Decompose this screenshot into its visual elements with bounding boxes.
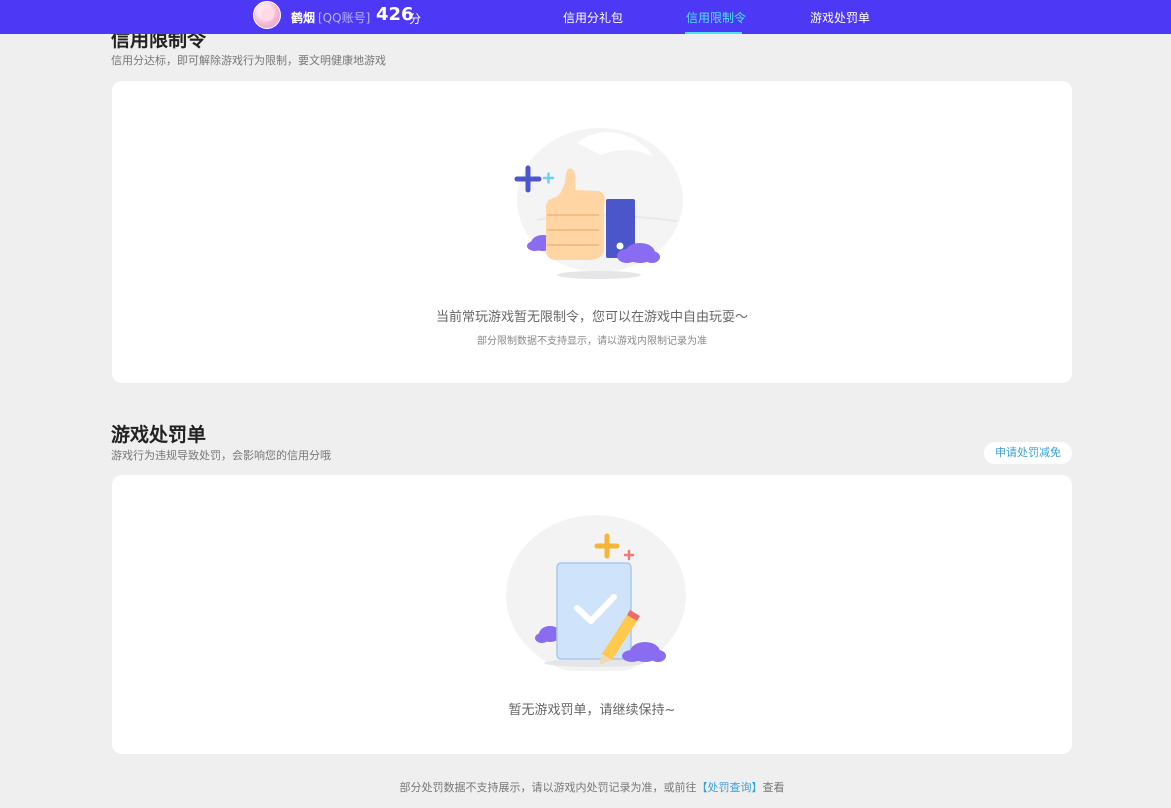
- tab-credit-restriction[interactable]: 信用限制令: [686, 9, 746, 26]
- restriction-empty-note: 部分限制数据不支持显示，请以游戏内限制记录为准: [477, 336, 707, 347]
- credit-score-value: 426: [376, 4, 414, 25]
- penalty-query-link[interactable]: 【处罚查询】: [697, 781, 763, 794]
- restriction-empty-message: 当前常玩游戏暂无限制令，您可以在游戏中自由玩耍～: [435, 310, 748, 325]
- account-type-tag: [QQ账号]: [318, 11, 371, 25]
- username: 鹤烟: [291, 11, 316, 25]
- clipboard-check-icon: [506, 515, 686, 671]
- restriction-section-subtitle: 信用分达标，即可解除游戏行为限制，要文明健康地游戏: [111, 54, 386, 67]
- top-nav-bar: 鹤烟 [QQ账号] 426 分 信用分礼包 信用限制令 游戏处罚单: [0, 0, 1171, 34]
- avatar[interactable]: [253, 1, 281, 29]
- credit-score-unit: 分: [409, 12, 422, 26]
- footer-text-before: 部分处罚数据不支持展示，请以游戏内处罚记录为准，或前往: [399, 781, 697, 794]
- penalty-card: 暂无游戏罚单，请继续保持~: [112, 475, 1072, 754]
- footer-note: 部分处罚数据不支持展示，请以游戏内处罚记录为准，或前往【处罚查询】查看: [0, 779, 1171, 795]
- penalty-section-subtitle: 游戏行为违规导致处罚，会影响您的信用分哦: [111, 449, 331, 462]
- penalty-section-title: 游戏处罚单: [111, 424, 207, 446]
- tab-credit-gift[interactable]: 信用分礼包: [563, 9, 623, 26]
- penalty-empty-message: 暂无游戏罚单，请继续保持~: [508, 703, 676, 718]
- active-tab-indicator: [685, 32, 742, 34]
- apply-penalty-reduction-button[interactable]: 申请处罚减免: [984, 442, 1072, 464]
- footer-text-after: 查看: [762, 781, 785, 794]
- restriction-card: 当前常玩游戏暂无限制令，您可以在游戏中自由玩耍～ 部分限制数据不支持显示，请以游…: [112, 81, 1072, 383]
- tab-game-penalty[interactable]: 游戏处罚单: [810, 9, 870, 26]
- thumbs-up-icon: [514, 128, 683, 279]
